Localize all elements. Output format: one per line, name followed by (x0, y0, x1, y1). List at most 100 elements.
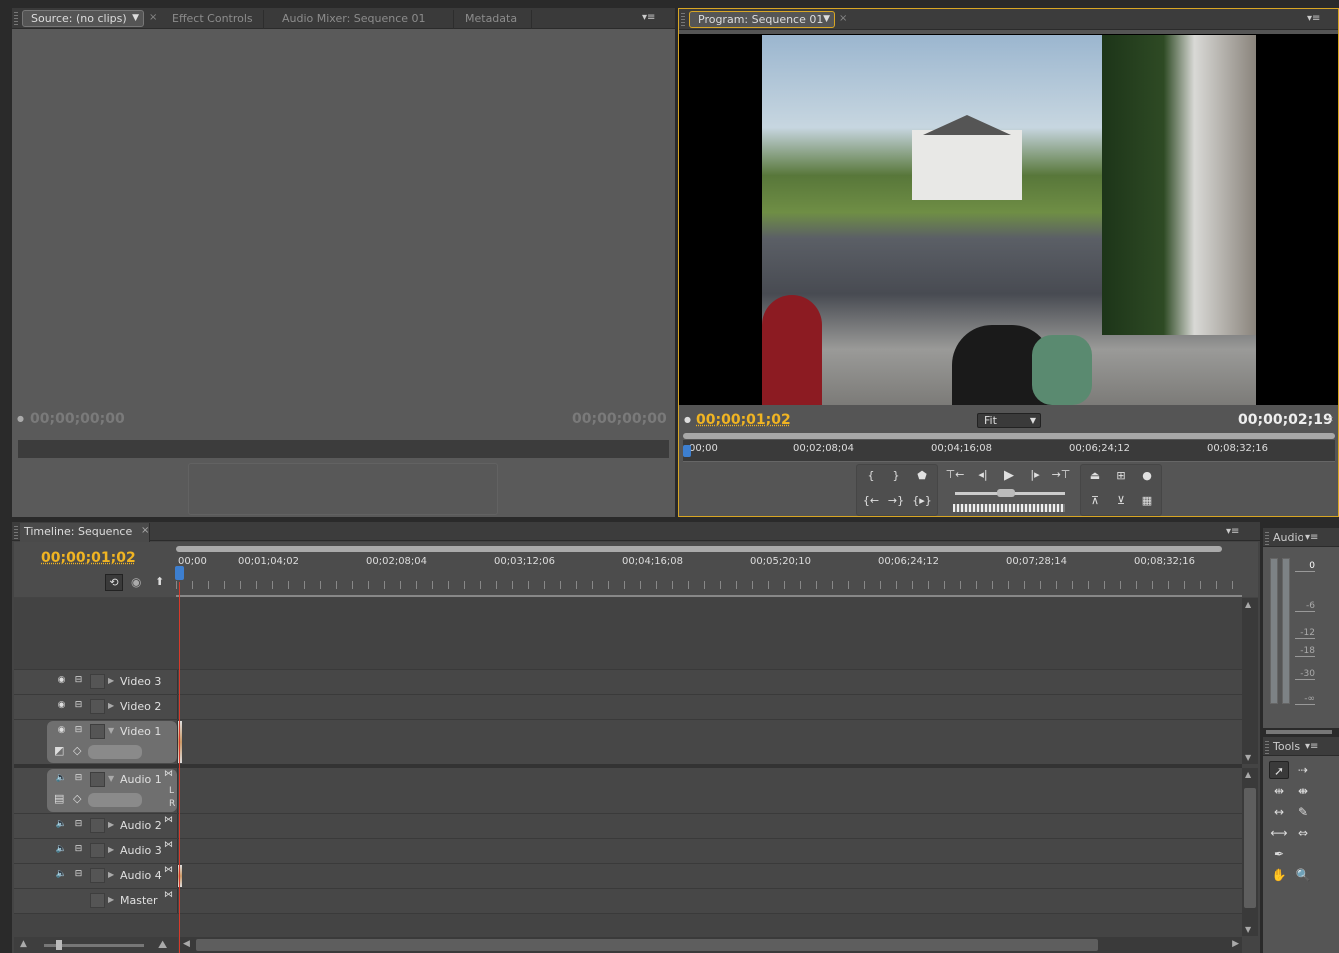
dropdown-icon[interactable]: ▼ (132, 11, 139, 26)
track-content[interactable] (178, 768, 1242, 813)
lock-toggle[interactable] (90, 868, 105, 883)
razor-tool[interactable]: ✎ (1293, 803, 1313, 821)
sync-lock-icon[interactable]: ⊟ (71, 772, 86, 787)
close-icon[interactable]: × (141, 525, 149, 536)
ripple-edit-tool[interactable]: ⇹ (1269, 782, 1289, 800)
lock-toggle[interactable] (90, 724, 105, 739)
track-header[interactable]: ▶ Master ⋈ (14, 889, 178, 913)
timeline-time-ruler[interactable]: 00;00 00;01;04;02 00;02;08;04 00;03;12;06 00… (176, 553, 1242, 597)
tab-program[interactable]: Program: Sequence 01 ▼ (689, 11, 835, 28)
eye-icon[interactable]: ◉ (54, 674, 69, 689)
tools-title[interactable]: Tools (1273, 740, 1300, 753)
output-button[interactable]: ● (1137, 469, 1157, 482)
zoom-in-icon[interactable]: ⛰ (158, 938, 167, 952)
lock-toggle[interactable] (90, 843, 105, 858)
display-style-icon[interactable]: ▤ (54, 792, 64, 805)
speaker-icon[interactable]: 🔈 (54, 818, 69, 833)
panel-menu-icon[interactable]: ▾≡ (1305, 532, 1321, 544)
source-scrub-bar[interactable] (18, 440, 669, 458)
tab-metadata[interactable]: Metadata (457, 10, 532, 29)
lift-button[interactable]: ⏏ (1085, 469, 1105, 482)
go-to-next-edit-button[interactable]: →⊤ (1051, 468, 1071, 481)
vertical-scrollbar-audio[interactable]: ▲ ▼ (1242, 768, 1258, 936)
zoom-out-icon[interactable]: ▲ (20, 939, 27, 949)
eye-icon[interactable]: ◉ (54, 699, 69, 714)
set-encore-marker-icon[interactable]: ◉ (131, 575, 141, 589)
panel-grip[interactable] (14, 12, 18, 25)
expand-triangle-icon[interactable]: ▶ (108, 701, 114, 710)
program-time-ruler[interactable]: 00;00 00;02;08;04 00;04;16;08 00;06;24;12 00… (683, 440, 1335, 462)
extract-button[interactable]: ⊻ (1111, 494, 1131, 507)
snap-button[interactable]: ⟲ (105, 574, 123, 591)
rolling-edit-tool[interactable]: ⇼ (1293, 782, 1313, 800)
display-style-icon[interactable]: ◩ (54, 744, 64, 757)
settings-icon[interactable]: ⌗ (1328, 415, 1333, 425)
track-select-tool[interactable]: ⇢ (1293, 761, 1313, 779)
track-header[interactable]: ◉ ⊟ ▶ Video 3 (14, 670, 178, 694)
track-header[interactable]: 🔈 ⊟ ▼ Audio 1 ⋈ ▤ ◇ L R (14, 768, 178, 813)
track-content[interactable] (178, 670, 1242, 694)
close-icon[interactable]: × (149, 12, 157, 23)
horizontal-scrollbar[interactable]: ◀ ▶ (180, 937, 1242, 953)
panel-menu-icon[interactable]: ▾≡ (1226, 526, 1242, 538)
track-header[interactable]: 🔈 ⊟ ▶ Audio 3 ⋈ (14, 839, 178, 863)
panel-grip[interactable] (681, 13, 685, 26)
track-content[interactable] (178, 864, 1242, 888)
lock-toggle[interactable] (90, 699, 105, 714)
lock-toggle[interactable] (90, 674, 105, 689)
track-content[interactable] (178, 814, 1242, 838)
vertical-scrollbar-video[interactable]: ▲ ▼ (1242, 598, 1258, 764)
play-in-to-out-button[interactable]: {▸} (912, 494, 932, 507)
playhead-line[interactable] (179, 582, 180, 953)
slide-tool[interactable]: ⇔ (1293, 824, 1313, 842)
lock-toggle[interactable] (90, 893, 105, 908)
panel-menu-icon[interactable]: ▾≡ (1305, 741, 1321, 753)
lift-edit-button[interactable]: ⊼ (1085, 494, 1105, 507)
sync-lock-icon[interactable]: ⊟ (71, 699, 86, 714)
keyframe-icon[interactable]: ◇ (73, 792, 81, 805)
go-to-in-button[interactable]: {← (861, 494, 881, 507)
panel-grip[interactable] (1265, 532, 1269, 545)
keyframe-navigator[interactable] (88, 745, 142, 759)
audio-meter-title[interactable]: Audio (1273, 531, 1303, 544)
slip-tool[interactable]: ⟷ (1269, 824, 1289, 842)
safe-margins-button[interactable]: ⊞ (1111, 469, 1131, 482)
zoom-scroll-bar[interactable] (683, 433, 1335, 439)
track-header[interactable]: ◉ ⊟ ▶ Video 2 (14, 695, 178, 719)
keyframe-navigator[interactable] (88, 793, 142, 807)
add-marker-button[interactable]: ⬟ (912, 469, 932, 482)
add-marker-icon[interactable]: ⬆ (155, 575, 164, 588)
expand-triangle-icon[interactable]: ▶ (108, 845, 114, 854)
sync-lock-icon[interactable]: ⊟ (71, 724, 86, 739)
sync-lock-icon[interactable]: ⊟ (71, 868, 86, 883)
shuttle-slider[interactable] (955, 489, 1065, 497)
sync-lock-icon[interactable]: ⊟ (71, 818, 86, 833)
lock-toggle[interactable] (90, 772, 105, 787)
go-to-out-button[interactable]: →} (886, 494, 906, 507)
close-icon[interactable]: × (839, 13, 847, 24)
expand-triangle-icon[interactable]: ▶ (108, 895, 114, 904)
track-header[interactable]: ◉ ⊟ ▼ Video 1 ◩ ◇ (14, 720, 178, 764)
work-area-bar[interactable] (176, 546, 1222, 552)
dropdown-icon[interactable]: ▼ (823, 12, 830, 27)
tab-audio-mixer[interactable]: Audio Mixer: Sequence 01 (274, 10, 454, 29)
speaker-icon[interactable]: 🔈 (54, 868, 69, 883)
track-content[interactable] (178, 720, 1242, 764)
panel-divider[interactable] (1266, 730, 1332, 734)
video-audio-divider[interactable] (14, 764, 1242, 768)
step-back-button[interactable]: ◂| (973, 468, 993, 481)
panel-grip[interactable] (14, 526, 18, 539)
sync-lock-icon[interactable]: ⊟ (71, 674, 86, 689)
collapse-triangle-icon[interactable]: ▼ (108, 726, 114, 735)
trim-monitor-button[interactable]: ▦ (1137, 494, 1157, 507)
timeline-timecode[interactable]: 00;00;01;02 (41, 550, 136, 566)
mark-out-button[interactable]: } (886, 469, 906, 482)
source-timecode-current[interactable]: 00;00;00;00 (30, 411, 125, 427)
playhead-handle[interactable] (175, 566, 184, 580)
keyframe-icon[interactable]: ◇ (73, 744, 81, 757)
track-content[interactable] (178, 839, 1242, 863)
mark-in-button[interactable]: { (861, 469, 881, 482)
track-header[interactable]: 🔈 ⊟ ▶ Audio 4 ⋈ (14, 864, 178, 888)
rate-stretch-tool[interactable]: ↔ (1269, 803, 1289, 821)
tab-effect-controls[interactable]: Effect Controls (164, 10, 264, 29)
